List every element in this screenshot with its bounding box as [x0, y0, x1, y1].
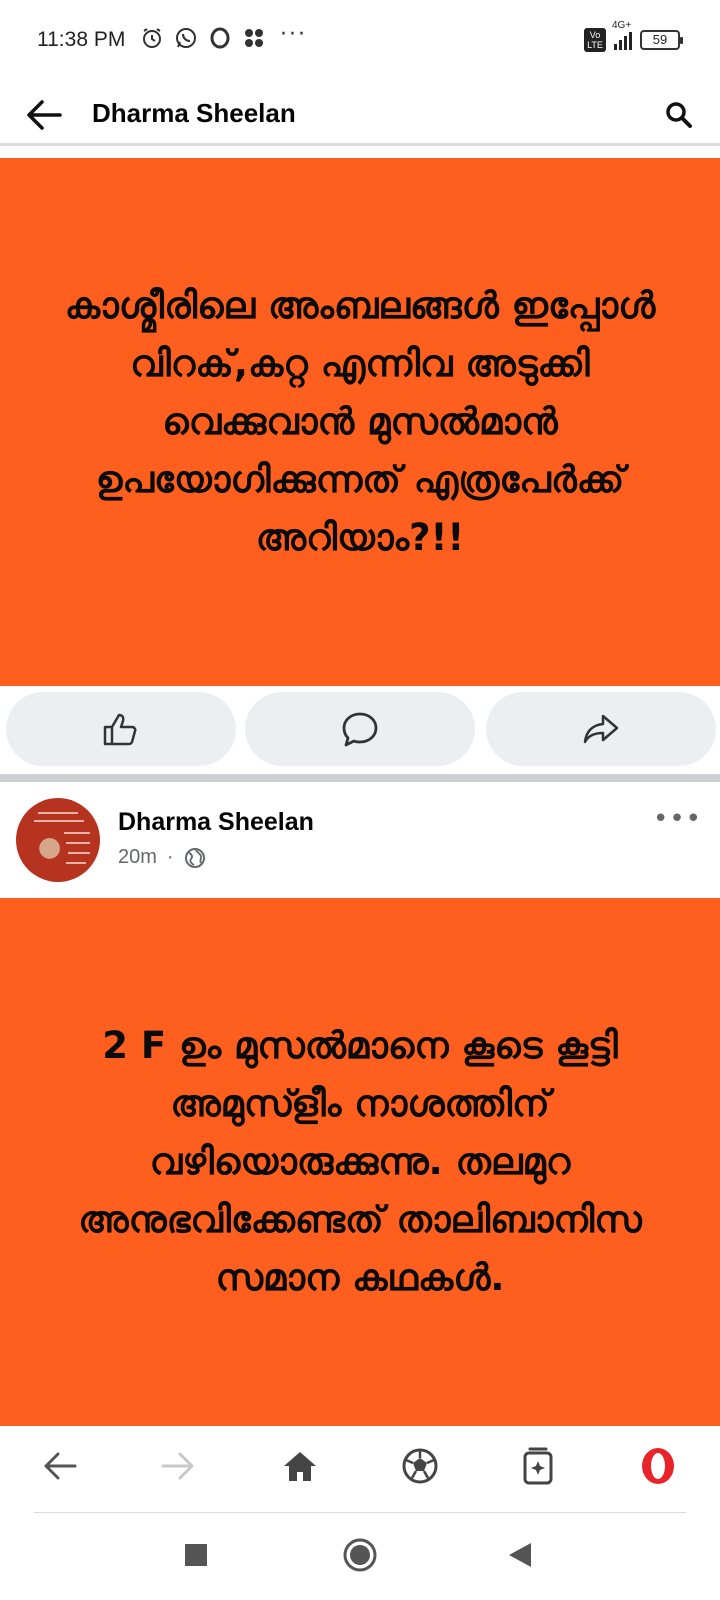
network-type: 4G+: [612, 20, 632, 31]
square-icon: [185, 1544, 207, 1566]
meta-separator: ·: [166, 846, 174, 868]
like-icon: [103, 713, 137, 746]
back-icon: [44, 1452, 77, 1480]
post-separator: [0, 774, 720, 782]
post-text-card: 2 F ഉം മുസൽമാനെ കൂടെ കൂട്ടി അമുസ്ളീം നാശ…: [0, 898, 720, 1426]
opera-icon: [642, 1448, 674, 1484]
share-button[interactable]: [486, 692, 716, 766]
post-time: 20m: [118, 846, 157, 868]
like-button[interactable]: [6, 692, 236, 766]
avatar[interactable]: [16, 798, 100, 882]
alarm-icon: [143, 28, 161, 48]
post-text: കാശ്മീരിലെ അംബലങ്ങൾ ഇപ്പോൾ വിറക്,കറ്റ എന…: [64, 284, 656, 559]
triangle-back-icon: [509, 1543, 531, 1567]
globe-icon: [184, 847, 205, 868]
page-title: Dharma Sheelan: [92, 98, 296, 128]
opera-status-icon: [210, 27, 230, 49]
back-arrow-icon[interactable]: [24, 98, 64, 132]
sports-button[interactable]: [398, 1444, 442, 1488]
more-options-icon[interactable]: •••: [653, 804, 702, 834]
search-icon[interactable]: [664, 100, 694, 130]
post-text: 2 F ഉം മുസൽമാനെ കൂടെ കൂട്ടി അമുസ്ളീം നാശ…: [78, 1024, 642, 1299]
recents-button[interactable]: [176, 1535, 216, 1575]
status-bar: 11:38 PM ··· Vo LTE 4G+ 59: [0, 0, 720, 84]
page-header: Dharma Sheelan: [0, 84, 720, 146]
post-actions: [0, 686, 720, 774]
post-text-card: കാശ്മീരിലെ അംബലങ്ങൾ ഇപ്പോൾ വിറക്,കറ്റ എന…: [0, 158, 720, 686]
browser-forward-button[interactable]: [156, 1444, 200, 1488]
whatsapp-icon: [176, 28, 196, 48]
browser-toolbar: [0, 1426, 720, 1512]
system-navigation: [0, 1513, 720, 1600]
system-home-button[interactable]: [340, 1535, 380, 1575]
circle-icon: [343, 1538, 377, 1572]
status-more-icon: ···: [280, 22, 307, 47]
forward-icon: [161, 1452, 194, 1480]
opera-menu-button[interactable]: [636, 1444, 680, 1488]
system-back-button[interactable]: [500, 1535, 540, 1575]
tabs-button[interactable]: [516, 1444, 560, 1488]
soccer-ball-icon: [402, 1448, 438, 1484]
home-button[interactable]: [278, 1444, 322, 1488]
volte-icon: Vo LTE: [584, 28, 606, 52]
notification-icons: [140, 26, 266, 50]
battery-icon: 59: [640, 30, 683, 50]
status-indicators: Vo LTE 4G+ 59: [584, 20, 683, 52]
app-grid-icon: [245, 29, 263, 47]
comment-button[interactable]: [245, 692, 475, 766]
comment-icon: [342, 712, 378, 747]
post-author[interactable]: Dharma Sheelan: [118, 808, 314, 837]
post-meta: 20m ·: [118, 846, 206, 869]
signal-icon: 4G+: [612, 20, 632, 50]
home-icon: [284, 1452, 316, 1481]
tabs-icon: [523, 1447, 553, 1485]
status-time: 11:38 PM: [37, 28, 126, 51]
browser-back-button[interactable]: [38, 1444, 82, 1488]
share-icon: [583, 714, 619, 744]
post-header: Dharma Sheelan 20m · •••: [0, 782, 720, 898]
